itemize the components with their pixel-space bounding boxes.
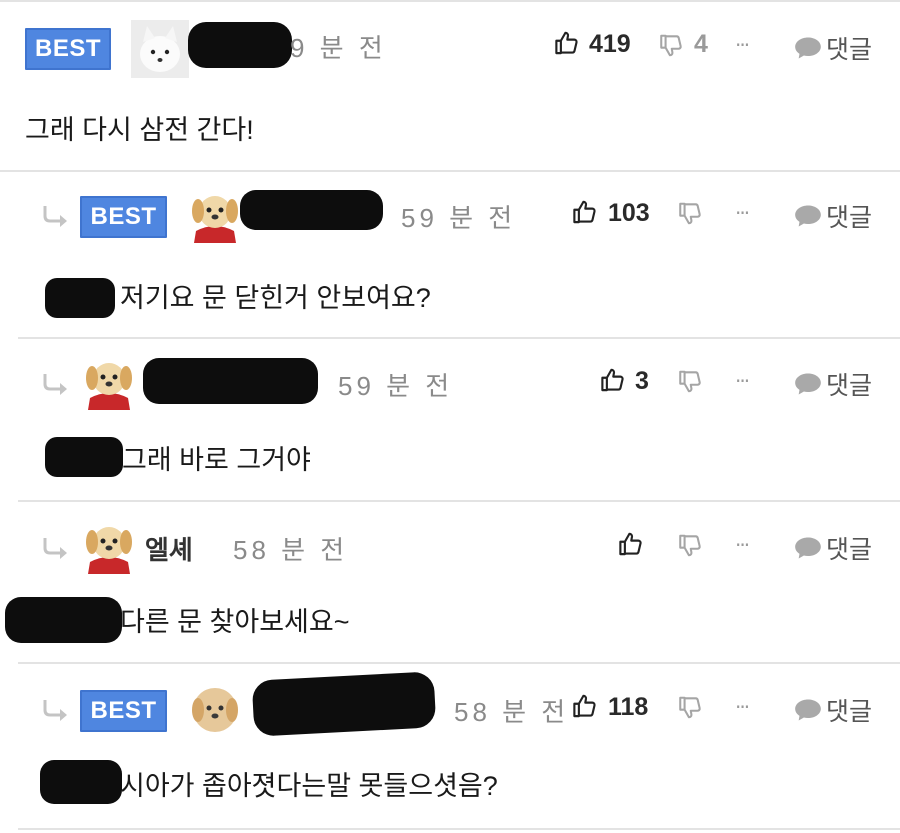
more-options-button[interactable]: ···: [735, 201, 750, 225]
divider: [0, 0, 900, 2]
redacted-nickname: [188, 22, 292, 68]
redacted-mention: [45, 278, 115, 318]
redacted-mention: [5, 597, 122, 643]
upvote-count: 3: [635, 367, 649, 395]
reply-button[interactable]: 댓글: [794, 198, 872, 234]
redacted-mention: [40, 760, 122, 804]
comment-text: 그래 바로 그거야: [122, 445, 311, 475]
divider: [18, 828, 900, 830]
comment-time: 59 분 전: [401, 203, 517, 233]
reply-arrow-icon: [43, 700, 67, 721]
comment-time: 58 분 전: [454, 697, 570, 727]
more-options-button[interactable]: ···: [735, 695, 750, 719]
puppy-avatar[interactable]: [186, 680, 244, 738]
puppy-avatar[interactable]: [186, 185, 244, 243]
thumbs-down-icon[interactable]: [658, 32, 684, 59]
speech-bubble-icon: [795, 37, 821, 59]
best-badge: BEST: [80, 690, 167, 732]
thumbs-down-icon[interactable]: [677, 200, 703, 227]
reply-label: 댓글: [826, 698, 873, 726]
thumbs-up-icon[interactable]: [617, 530, 644, 558]
upvote-count: 103: [608, 199, 650, 227]
reply-arrow-icon: [43, 206, 67, 227]
puppy-avatar[interactable]: [80, 516, 138, 574]
comment-time: 9 분 전: [290, 33, 387, 63]
puppy-avatar[interactable]: [80, 352, 138, 410]
thumbs-up-icon[interactable]: [571, 692, 598, 720]
comment-text: 저기요 문 닫힌거 안보여요?: [120, 283, 431, 313]
more-options-button[interactable]: ···: [735, 533, 750, 557]
redacted-nickname: [240, 190, 383, 230]
avatar[interactable]: [129, 20, 191, 78]
nickname[interactable]: 엘셰: [145, 530, 193, 567]
speech-bubble-icon: [795, 537, 821, 559]
thumbs-down-icon[interactable]: [677, 532, 703, 559]
comment-time: 58 분 전: [233, 535, 349, 565]
divider: [0, 170, 900, 172]
redacted-mention: [45, 437, 123, 477]
thumbs-up-icon[interactable]: [571, 198, 598, 226]
divider: [18, 500, 900, 502]
speech-bubble-icon: [795, 373, 821, 395]
reply-label: 댓글: [826, 36, 873, 64]
redacted-nickname: [251, 671, 437, 737]
comment-text: 시아가 좁아졋다는말 못들으셧음?: [120, 771, 498, 801]
speech-bubble-icon: [795, 205, 821, 227]
thumbs-up-icon[interactable]: [553, 29, 580, 57]
reply-label: 댓글: [826, 204, 873, 232]
reply-button[interactable]: 댓글: [794, 530, 872, 566]
divider: [18, 337, 900, 339]
best-badge: BEST: [80, 196, 167, 238]
reply-label: 댓글: [826, 372, 873, 400]
thumbs-down-icon[interactable]: [677, 694, 703, 721]
reply-label: 댓글: [826, 536, 873, 564]
reply-arrow-icon: [43, 538, 67, 559]
reply-arrow-icon: [43, 374, 67, 395]
upvote-count: 118: [608, 693, 649, 721]
comment-text: 그래 다시 삼전 간다!: [25, 115, 254, 145]
downvote-count: 4: [694, 30, 708, 58]
comment-time: 59 분 전: [338, 371, 454, 401]
thumbs-up-icon[interactable]: [599, 366, 626, 394]
thumbs-down-icon[interactable]: [677, 368, 703, 395]
more-options-button[interactable]: ···: [735, 33, 750, 57]
reply-button[interactable]: 댓글: [794, 30, 872, 66]
reply-button[interactable]: 댓글: [794, 692, 872, 728]
comment-text: 다른 문 찾아보세요~: [120, 607, 350, 637]
speech-bubble-icon: [795, 699, 821, 721]
best-badge: BEST: [25, 28, 111, 70]
divider: [18, 662, 900, 664]
redacted-nickname: [143, 358, 318, 404]
reply-button[interactable]: 댓글: [794, 366, 872, 402]
more-options-button[interactable]: ···: [735, 369, 750, 393]
upvote-count: 419: [589, 30, 631, 58]
